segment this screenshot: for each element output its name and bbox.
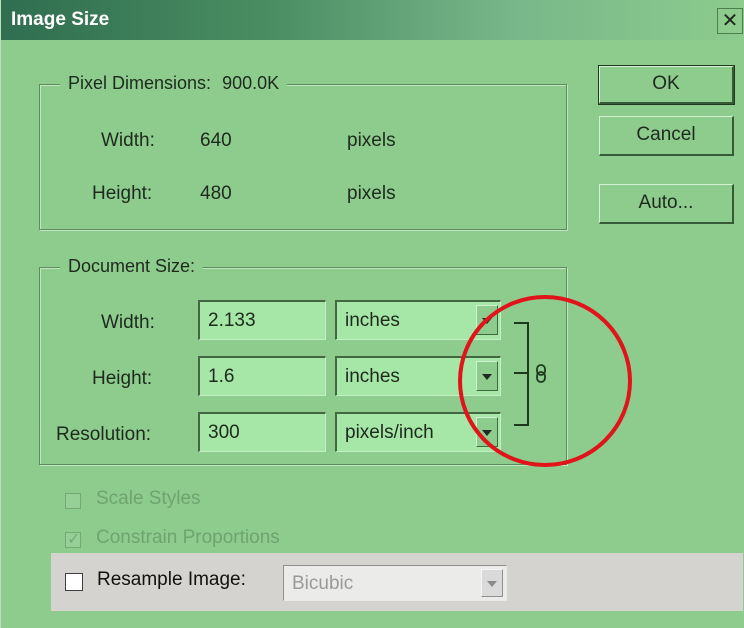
chevron-down-icon[interactable] — [476, 305, 498, 335]
title-bar[interactable]: Image Size ✕ — [1, 0, 744, 40]
pixel-height-value: 480 — [200, 183, 232, 204]
scale-styles-label: Scale Styles — [96, 488, 201, 509]
resample-method-value: Bicubic — [292, 573, 354, 594]
ok-button-label: OK — [652, 73, 680, 94]
pixel-width-value: 640 — [200, 130, 232, 151]
auto-button-label: Auto... — [638, 192, 694, 213]
pixel-dimensions-group: Pixel Dimensions: 900.0K — [39, 73, 567, 230]
dialog-title: Image Size — [11, 9, 110, 30]
doc-width-label: Width: — [101, 312, 155, 333]
resolution-field[interactable] — [198, 412, 326, 452]
pixel-dimensions-legend: Pixel Dimensions: 900.0K — [60, 73, 288, 94]
close-icon[interactable]: ✕ — [717, 8, 743, 34]
resample-image-label: Resample Image: — [97, 569, 246, 590]
chain-link-icon — [536, 364, 546, 383]
image-size-dialog: Image Size ✕ Pixel Dimensions: 900.0K Wi… — [0, 0, 744, 628]
doc-width-unit: inches — [345, 310, 400, 331]
chevron-down-icon[interactable] — [481, 569, 503, 597]
cancel-button-label: Cancel — [636, 124, 696, 145]
pixel-dimensions-label: Pixel Dimensions: — [68, 73, 212, 93]
auto-button[interactable]: Auto... — [599, 184, 734, 224]
doc-height-unit-select[interactable]: inches — [335, 356, 501, 396]
document-size-label: Document Size: — [68, 256, 196, 276]
doc-width-field[interactable] — [198, 300, 326, 340]
constrain-proportions-checkbox[interactable] — [65, 529, 81, 549]
doc-height-label: Height: — [92, 368, 153, 389]
doc-height-field[interactable] — [198, 356, 326, 396]
chevron-down-icon[interactable] — [476, 361, 498, 391]
resample-image-checkbox[interactable] — [65, 573, 83, 591]
resolution-unit: pixels/inch — [345, 422, 434, 443]
pixel-width-label: Width: — [101, 130, 155, 151]
pixel-height-unit: pixels — [347, 183, 396, 204]
link-bracket — [514, 322, 546, 426]
resolution-label: Resolution: — [56, 424, 152, 445]
resample-panel: Resample Image: Bicubic — [51, 553, 743, 611]
cancel-button[interactable]: Cancel — [599, 116, 734, 156]
scale-styles-checkbox[interactable] — [65, 493, 81, 509]
pixel-dimensions-size: 900.0K — [222, 73, 280, 93]
doc-width-unit-select[interactable]: inches — [335, 300, 501, 340]
resolution-unit-select[interactable]: pixels/inch — [335, 412, 501, 452]
ok-button[interactable]: OK — [598, 65, 735, 105]
resample-method-select[interactable]: Bicubic — [283, 565, 507, 601]
chevron-down-icon[interactable] — [476, 417, 498, 447]
pixel-width-unit: pixels — [347, 130, 396, 151]
document-size-legend: Document Size: — [60, 256, 204, 277]
constrain-proportions-label: Constrain Proportions — [96, 527, 280, 548]
pixel-height-label: Height: — [92, 183, 153, 204]
doc-height-unit: inches — [345, 366, 400, 387]
